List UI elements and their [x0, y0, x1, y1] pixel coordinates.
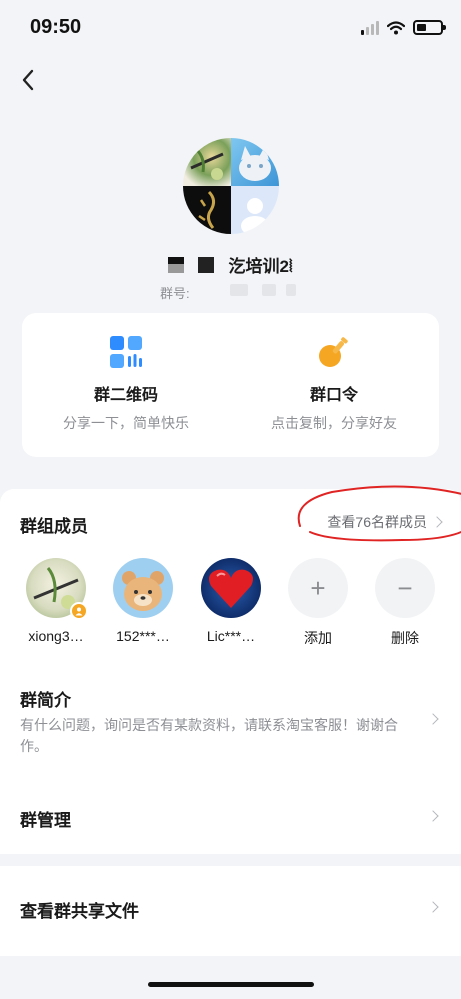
group-intro-title: 群简介: [20, 691, 71, 710]
status-time: 09:50: [30, 16, 82, 38]
group-code-subtitle: 点击复制，分享好友: [271, 415, 397, 431]
signal-icon: [361, 20, 379, 35]
group-name-text: 汔培训2⦚: [228, 257, 293, 276]
chevron-right-icon: [431, 516, 443, 528]
chevron-left-icon: [22, 69, 34, 91]
avatar-tile-1: [183, 138, 231, 186]
remove-member-button[interactable]: − 删除: [362, 558, 448, 648]
remove-member-label: 删除: [391, 630, 419, 646]
back-button[interactable]: [10, 62, 46, 98]
member-item[interactable]: 152***…: [100, 558, 186, 644]
avatar: [113, 558, 173, 618]
qr-subtitle: 分享一下，简单快乐: [63, 415, 189, 431]
redacted-block: [198, 256, 215, 273]
group-avatar[interactable]: [183, 138, 279, 234]
home-indicator: [148, 982, 314, 987]
plus-icon: +: [288, 558, 348, 618]
group-number-label: 群号:: [160, 286, 190, 301]
owner-badge-icon: [70, 602, 88, 620]
wifi-icon: [387, 20, 405, 34]
member-name: xiong3…: [28, 628, 84, 644]
status-icons: [361, 20, 446, 35]
member-item[interactable]: Lic***…: [188, 558, 274, 644]
share-card: 群二维码 分享一下，简单快乐 群口令 点击复制，分享好友: [22, 313, 439, 457]
qr-code-entry[interactable]: 群二维码 分享一下，简单快乐: [22, 335, 230, 433]
group-code-title: 群口令: [309, 387, 358, 404]
redacted-group-number: [286, 284, 296, 296]
avatar: [26, 558, 88, 620]
view-all-members-label: 查看76名群成员: [327, 514, 427, 530]
avatar-tile-4: [231, 186, 279, 234]
shared-files-title: 查看群共享文件: [20, 902, 139, 921]
view-all-members-link[interactable]: 查看76名群成员: [327, 512, 443, 532]
qr-grid-icon: [110, 336, 142, 368]
avatar-tile-2: [231, 138, 279, 186]
avatar-tile-3: [183, 186, 231, 234]
status-bar: 09:50: [0, 0, 461, 56]
redacted-group-number: [230, 284, 248, 296]
member-item[interactable]: xiong3…: [13, 558, 99, 644]
battery-icon: [413, 20, 446, 35]
group-name: 汔培训2⦚: [0, 252, 461, 277]
avatar: [201, 558, 261, 618]
group-manage-title: 群管理: [20, 811, 71, 830]
minus-icon: −: [375, 558, 435, 618]
add-member-button[interactable]: + 添加: [275, 558, 361, 648]
redacted-block: [168, 256, 185, 273]
group-intro-text: 有什么问题，询问是否有某款资料，请联系淘宝客服！谢谢合作。: [20, 717, 398, 754]
group-code-entry[interactable]: 群口令 点击复制，分享好友: [230, 335, 438, 433]
member-name: 152***…: [116, 628, 170, 644]
add-member-label: 添加: [304, 630, 332, 646]
redacted-group-number: [262, 284, 276, 296]
members-title: 群组成员: [20, 517, 88, 536]
qr-title: 群二维码: [93, 387, 158, 404]
key-icon: [319, 337, 348, 367]
member-name: Lic***…: [206, 628, 256, 644]
